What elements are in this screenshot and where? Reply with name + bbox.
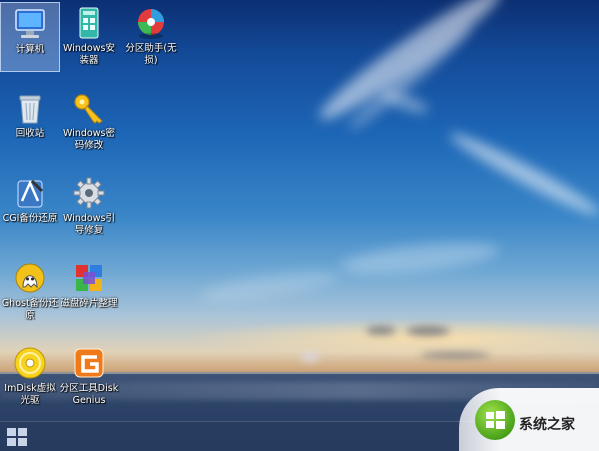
computer-icon <box>15 9 45 38</box>
desktop-icon-computer[interactable]: 计算机 <box>0 2 60 72</box>
desktop-icon-disk-defrag[interactable]: 磁盘碎片整理 <box>59 257 119 327</box>
desktop-icon-windows-installer[interactable]: Windows安装器 <box>59 2 119 72</box>
ghost-icon <box>15 263 45 293</box>
desktop-icon-imdisk[interactable]: ImDisk虚拟光驱 <box>0 342 60 412</box>
desktop-icon-recycle-bin[interactable]: 回收站 <box>0 87 60 157</box>
desktop-icon-label: 回收站 <box>15 128 45 139</box>
desktop-icon-label: Windows密码修改 <box>63 128 115 151</box>
desktop-icon-label: 分区助手(无损) <box>125 43 177 66</box>
diskgenius-icon <box>74 348 104 378</box>
desktop-icon-label: Windows引导修复 <box>63 213 115 236</box>
gear-icon <box>73 177 105 209</box>
desktop-icon-label: Windows安装器 <box>63 43 115 66</box>
desktop-icon-ghost-backup[interactable]: Ghost备份还原 <box>0 257 60 327</box>
desktop-icon-windows-password[interactable]: Windows密码修改 <box>59 87 119 157</box>
desktop-icon-cgi-backup[interactable]: CGI备份还原 <box>0 172 60 242</box>
desktop-icon-diskgenius[interactable]: 分区工具DiskGenius <box>59 342 119 412</box>
desktop-background: 计算机 Windows安装器 分区助手(无损) 回收站 Windows密码修改 … <box>0 0 599 451</box>
desktop-icon-label: 计算机 <box>15 44 45 55</box>
watermark-text: 系统之家 <box>519 417 575 433</box>
desktop-icon-label: Ghost备份还原 <box>1 298 59 321</box>
desktop-icon-label: 磁盘碎片整理 <box>60 298 118 309</box>
desktop-icon-windows-boot-repair[interactable]: Windows引导修复 <box>59 172 119 242</box>
win10-logo <box>475 400 515 440</box>
disc-icon <box>14 347 46 379</box>
partition-assistant-icon <box>138 9 164 39</box>
watermark: 系统之家 <box>459 388 599 451</box>
key-icon <box>74 94 103 124</box>
cgi-icon <box>17 179 44 208</box>
desktop-icon-label: 分区工具DiskGenius <box>59 383 119 406</box>
defrag-icon <box>76 265 102 291</box>
desktop-icon-label: ImDisk虚拟光驱 <box>4 383 56 406</box>
desktop-icon-label: CGI备份还原 <box>2 213 58 224</box>
recycle-bin-icon <box>19 95 41 124</box>
windows-logo-icon[interactable] <box>6 427 28 447</box>
installer-icon <box>79 7 99 39</box>
desktop-icon-partition-assistant[interactable]: 分区助手(无损) <box>121 2 181 72</box>
